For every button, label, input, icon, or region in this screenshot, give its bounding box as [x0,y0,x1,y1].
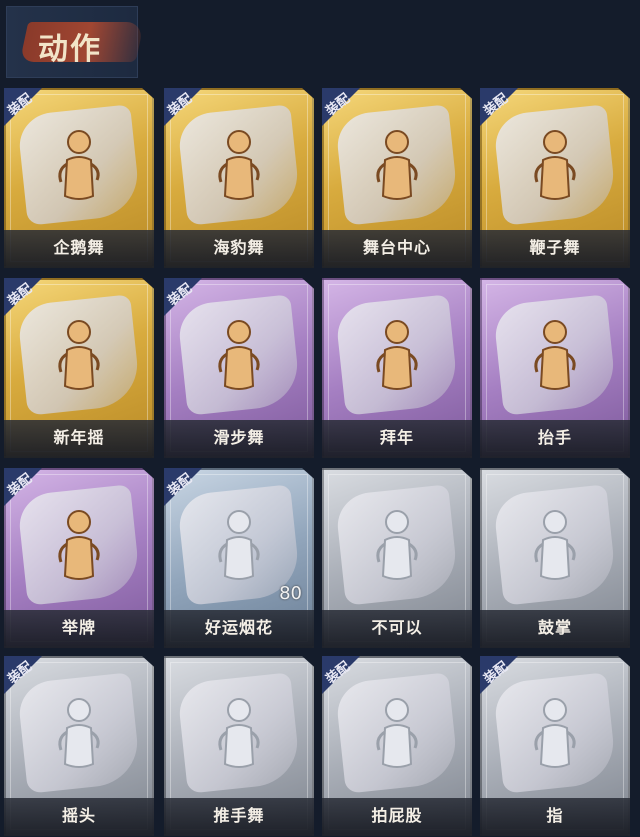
figure-silver-icon [367,694,427,774]
emote-name: 新年摇 [53,428,105,447]
figure-gold-icon [367,126,427,206]
emote-card[interactable]: 抬手 [480,278,630,458]
figure-gold-icon [525,126,585,206]
emote-card[interactable]: 不可以 [322,468,472,648]
figure-silver-icon [525,316,585,396]
figure-silver-icon [209,694,269,774]
emote-card[interactable]: 海豹舞 装配 [164,88,314,268]
emote-name: 企鹅舞 [53,238,105,257]
figure-gold-icon [209,126,269,206]
emote-card[interactable]: 鞭子舞 装配 [480,88,630,268]
point-icon [525,694,585,774]
figure-silver-icon [367,316,427,396]
emote-card[interactable]: 鼓掌 [480,468,630,648]
sign-icon [49,506,109,586]
emote-name: 鞭子舞 [529,238,581,257]
figure-gold-icon [49,316,109,396]
emote-name: 海豹舞 [213,238,265,257]
emote-card[interactable]: 舞台中心 装配 [322,88,472,268]
emote-name: 摇头 [61,806,96,825]
figure-gold-icon [209,316,269,396]
emote-card[interactable]: 举牌 装配 [4,468,154,648]
figure-gold-icon [49,126,109,206]
emote-name: 鼓掌 [537,618,572,637]
emote-name: 指 [546,806,564,825]
section-header: 动作 [6,6,145,78]
clap-icon [525,506,585,586]
emote-card[interactable]: 80 好运烟花 装配 [164,468,314,648]
page-title: 动作 [38,32,102,67]
emote-name: 好运烟花 [204,618,273,637]
emote-card[interactable]: 滑步舞 装配 [164,278,314,458]
emote-card[interactable]: 指装配 [480,656,630,836]
emote-name: 举牌 [61,618,96,637]
firework-icon [209,506,269,586]
emote-card[interactable]: 拍屁股 装配 [322,656,472,836]
emote-name: 舞台中心 [362,238,431,257]
emote-name: 拜年 [379,428,414,447]
figure-silver-icon [49,694,109,774]
emote-card[interactable]: 拜年 [322,278,472,458]
emote-name: 滑步舞 [213,428,265,447]
emote-name: 抬手 [537,428,572,447]
emote-name: 推手舞 [213,806,265,825]
emote-card[interactable]: 推手舞 [164,656,314,836]
emote-card[interactable]: 新年摇 装配 [4,278,154,458]
emote-card[interactable]: 企鹅舞 装配 [4,88,154,268]
emote-name: 不可以 [371,618,423,637]
finger-icon [367,506,427,586]
emote-card[interactable]: 摇头 装配 [4,656,154,836]
emote-name: 拍屁股 [371,806,423,825]
item-count: 80 [279,583,302,604]
